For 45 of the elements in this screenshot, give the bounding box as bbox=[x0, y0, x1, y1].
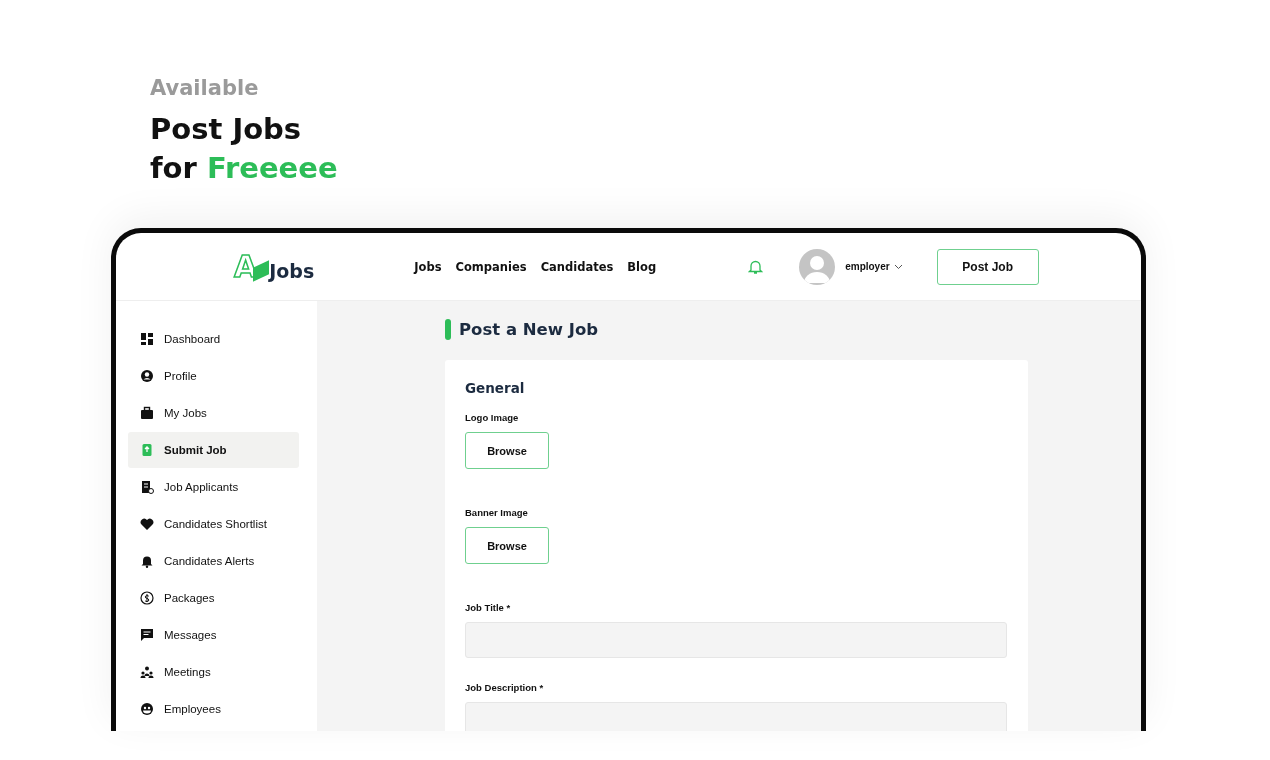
sidebar-item[interactable]: Submit Job bbox=[128, 432, 299, 468]
nav-link[interactable]: Candidates bbox=[540, 259, 614, 274]
browse-button[interactable]: Browse bbox=[465, 527, 549, 564]
headline-text: for bbox=[150, 151, 197, 185]
briefcase-icon bbox=[140, 406, 154, 420]
field-label: Banner Image bbox=[465, 507, 528, 518]
user-name[interactable]: employer bbox=[845, 261, 890, 272]
bell-icon bbox=[140, 554, 154, 568]
sidebar-item[interactable]: Profile bbox=[128, 358, 299, 394]
sidebar-item[interactable]: Candidates Alerts bbox=[128, 543, 299, 579]
headline-accent-text: Freeeee bbox=[206, 151, 338, 185]
field-label: Logo Image bbox=[465, 412, 519, 423]
bell-icon[interactable] bbox=[748, 258, 764, 275]
sidebar-item[interactable]: My Jobs bbox=[128, 395, 299, 431]
headline-text: Post Jobs bbox=[150, 111, 303, 148]
dollar-icon bbox=[140, 591, 154, 605]
sidebar-item[interactable]: Employees bbox=[128, 691, 299, 727]
avatar[interactable] bbox=[799, 248, 836, 285]
post-job-button[interactable]: Post Job bbox=[936, 248, 1039, 285]
chevron-down-icon[interactable] bbox=[893, 263, 903, 270]
sidebar-item[interactable]: Messages bbox=[128, 617, 299, 653]
document-check-icon bbox=[140, 480, 154, 494]
sidebar-item[interactable]: Meetings bbox=[128, 654, 299, 690]
eyebrow-text: Available bbox=[150, 76, 260, 100]
sidebar-item[interactable]: Packages bbox=[128, 580, 299, 616]
page-title: Post a New Job bbox=[459, 320, 599, 339]
message-icon bbox=[140, 628, 154, 642]
nav-link[interactable]: Blog bbox=[627, 259, 657, 274]
dashboard-icon bbox=[140, 332, 154, 346]
nav-link[interactable]: Jobs bbox=[414, 259, 442, 274]
field-label: Job Title * bbox=[465, 602, 511, 613]
heart-icon bbox=[140, 517, 154, 531]
sidebar-item[interactable]: Job Applicants bbox=[128, 469, 299, 505]
people-icon bbox=[140, 665, 154, 679]
input-field[interactable] bbox=[465, 702, 1007, 731]
section-title: General bbox=[465, 380, 526, 396]
input-field[interactable] bbox=[465, 622, 1007, 658]
browse-button[interactable]: Browse bbox=[465, 432, 549, 469]
accent-bar bbox=[445, 319, 451, 340]
sidebar-item[interactable]: Candidates Shortlist bbox=[128, 506, 299, 542]
field-label: Job Description * bbox=[465, 682, 544, 693]
document-upload-icon bbox=[140, 443, 154, 457]
person-icon bbox=[140, 369, 154, 383]
sidebar-item[interactable]: Dashboard bbox=[128, 321, 299, 357]
nav-link[interactable]: Companies bbox=[455, 259, 527, 274]
